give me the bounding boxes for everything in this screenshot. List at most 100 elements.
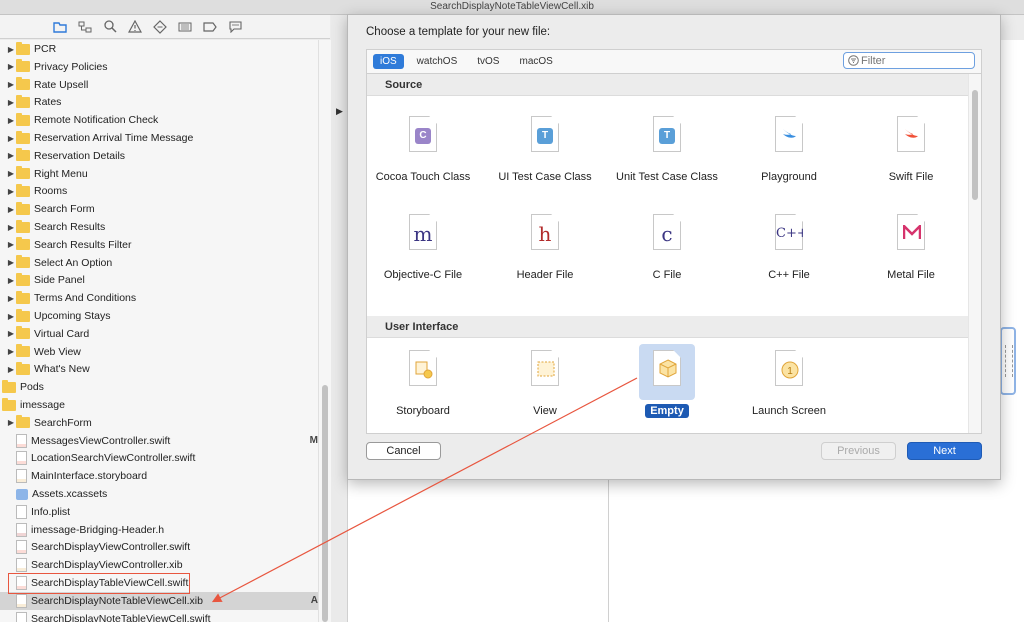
tile-swift-file[interactable]: Swift File: [855, 110, 967, 185]
navigator-row[interactable]: Info.plist: [0, 503, 318, 521]
folder-icon: [16, 272, 30, 286]
disclosure-triangle-icon[interactable]: ▶: [6, 98, 16, 107]
tile-cpp-file[interactable]: C++ C++ File: [733, 208, 845, 283]
tile-launch-screen[interactable]: 1 Launch Screen: [733, 344, 845, 419]
navigator-row[interactable]: ▶ Terms And Conditions: [0, 289, 318, 307]
navigator-row[interactable]: SearchDisplayViewController.swift: [0, 538, 318, 556]
tile-view[interactable]: View: [489, 344, 601, 419]
navigator-row[interactable]: Pods: [0, 378, 318, 396]
test-navigator-icon[interactable]: [152, 19, 168, 35]
navigator-row-label: SearchDisplayViewController.swift: [31, 541, 191, 554]
navigator-row[interactable]: SearchDisplayNoteTableViewCell.xib A: [0, 591, 318, 610]
folder-icon: [16, 112, 30, 126]
navigator-row[interactable]: ▶ Virtual Card: [0, 325, 318, 343]
tab-watchos[interactable]: watchOS: [410, 54, 465, 69]
navigator-scroll-thumb[interactable]: [322, 385, 328, 622]
tile-objective-c-file[interactable]: m Objective-C File: [367, 208, 479, 283]
scm-status-badge: A: [310, 595, 318, 607]
navigator-row[interactable]: ▶ PCR: [0, 40, 318, 58]
report-navigator-icon[interactable]: [227, 19, 243, 35]
project-navigator-icon[interactable]: [52, 19, 68, 35]
navigator-row[interactable]: MainInterface.storyboard: [0, 467, 318, 485]
navigator-row[interactable]: ▶ Rooms: [0, 182, 318, 200]
navigator-row[interactable]: ▶ SearchForm: [0, 414, 318, 432]
tile-unit-test-case-class[interactable]: T Unit Test Case Class: [611, 110, 723, 185]
disclosure-triangle-icon[interactable]: ▶: [6, 329, 16, 338]
navigator-row[interactable]: LocationSearchViewController.swift: [0, 449, 318, 467]
tab-macos[interactable]: macOS: [512, 54, 559, 69]
navigator-row[interactable]: SearchDisplayNoteTableViewCell.swift: [0, 610, 318, 622]
disclosure-triangle-icon[interactable]: ▶: [6, 116, 16, 125]
disclosure-triangle-icon[interactable]: ▶: [6, 276, 16, 285]
navigator-row[interactable]: ▶ Rate Upsell: [0, 76, 318, 94]
disclosure-triangle-icon[interactable]: ▶: [6, 205, 16, 214]
debug-navigator-icon[interactable]: [177, 19, 193, 35]
navigator-row[interactable]: ▶ Search Results: [0, 218, 318, 236]
navigator-row[interactable]: ▶ What's New: [0, 360, 318, 378]
new-file-template-sheet: Choose a template for your new file: iOS…: [347, 14, 1001, 480]
navigator-row[interactable]: ▶ Web View: [0, 343, 318, 361]
template-scrollbar[interactable]: [968, 74, 981, 433]
tab-ios[interactable]: iOS: [373, 54, 404, 69]
issue-navigator-icon[interactable]: [127, 19, 143, 35]
navigator-row[interactable]: ▶ Upcoming Stays: [0, 307, 318, 325]
navigator-row-label: SearchDisplayViewController.xib: [31, 559, 183, 572]
navigator-row[interactable]: Assets.xcassets: [0, 485, 318, 503]
disclosure-triangle-icon[interactable]: ▶: [6, 45, 16, 54]
disclosure-triangle-icon[interactable]: ▶: [6, 151, 16, 160]
navigator-row-label: Search Form: [34, 203, 95, 216]
navigator-row[interactable]: imessage: [0, 396, 318, 414]
disclosure-triangle-icon[interactable]: ▶: [6, 347, 16, 356]
previous-button[interactable]: Previous: [821, 442, 896, 460]
disclosure-triangle-icon[interactable]: ▶: [6, 294, 16, 303]
tab-tvos[interactable]: tvOS: [470, 54, 506, 69]
disclosure-triangle-icon[interactable]: ▶: [6, 169, 16, 178]
disclosure-triangle-icon[interactable]: ▶: [6, 240, 16, 249]
navigator-row[interactable]: ▶ Side Panel: [0, 271, 318, 289]
canvas-view-handle[interactable]: [1000, 327, 1016, 395]
navigator-row-label: Assets.xcassets: [32, 488, 108, 500]
folder-icon: [16, 326, 30, 340]
tile-c-file[interactable]: c C File: [611, 208, 723, 283]
navigator-row[interactable]: ▶ Select An Option: [0, 254, 318, 272]
tile-metal-file[interactable]: Metal File: [855, 208, 967, 283]
disclosure-triangle-icon[interactable]: ▶: [6, 80, 16, 89]
navigator-row[interactable]: ▶ Rates: [0, 93, 318, 111]
disclosure-triangle-icon[interactable]: ▶: [6, 187, 16, 196]
navigator-row[interactable]: ▶ Privacy Policies: [0, 58, 318, 76]
navigator-row[interactable]: ▶ Right Menu: [0, 165, 318, 183]
xib-file-icon: [16, 593, 27, 608]
disclosure-triangle-icon[interactable]: ▶: [6, 134, 16, 143]
disclosure-triangle-icon[interactable]: ▶: [6, 312, 16, 321]
tile-storyboard[interactable]: Storyboard: [367, 344, 479, 419]
tile-playground[interactable]: Playground: [733, 110, 845, 185]
tile-empty[interactable]: Empty: [611, 344, 723, 419]
navigator-row[interactable]: MessagesViewController.swift M: [0, 432, 318, 450]
disclosure-triangle-icon[interactable]: ▶: [6, 418, 16, 427]
filter-field[interactable]: [843, 52, 975, 69]
cancel-button[interactable]: Cancel: [366, 442, 441, 460]
disclosure-triangle-icon[interactable]: ▶: [6, 223, 16, 232]
navigator-row-label: Right Menu: [34, 167, 88, 180]
tile-ui-test-case-class[interactable]: T UI Test Case Class: [489, 110, 601, 185]
navigator-row[interactable]: ▶ Reservation Details: [0, 147, 318, 165]
navigator-row[interactable]: imessage-Bridging-Header.h: [0, 521, 318, 539]
filter-input[interactable]: [859, 53, 973, 68]
navigator-row[interactable]: ▶ Search Form: [0, 200, 318, 218]
source-control-icon[interactable]: [77, 19, 93, 35]
navigator-row[interactable]: ▶ Reservation Arrival Time Message: [0, 129, 318, 147]
navigator-row[interactable]: ▶ Search Results Filter: [0, 236, 318, 254]
tile-cocoa-touch-class[interactable]: C Cocoa Touch Class: [367, 110, 479, 185]
next-button[interactable]: Next: [907, 442, 982, 460]
breakpoint-navigator-icon[interactable]: [202, 19, 218, 35]
navigator-row[interactable]: SearchDisplayViewController.xib: [0, 556, 318, 574]
tile-header-file[interactable]: h Header File: [489, 208, 601, 283]
disclosure-triangle-icon[interactable]: ▶: [6, 258, 16, 267]
template-scroll-thumb[interactable]: [972, 90, 978, 200]
navigator-scrollbar[interactable]: [318, 40, 331, 622]
navigator-row[interactable]: ▶ Remote Notification Check: [0, 111, 318, 129]
disclosure-triangle-icon[interactable]: ▶: [6, 62, 16, 71]
disclosure-arrow-icon[interactable]: ▶: [336, 106, 343, 117]
find-navigator-icon[interactable]: [102, 19, 118, 35]
disclosure-triangle-icon[interactable]: ▶: [6, 365, 16, 374]
